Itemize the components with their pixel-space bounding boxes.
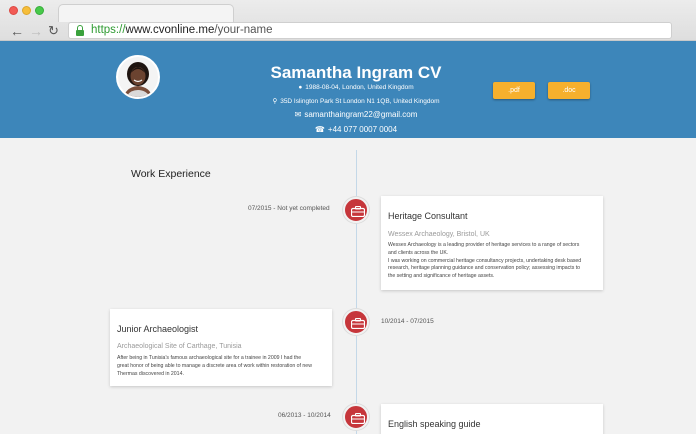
- download-pdf-button[interactable]: .pdf: [493, 82, 535, 99]
- timeline-line: [356, 150, 357, 434]
- experience-card: Junior Archaeologist Archaeological Site…: [110, 309, 332, 386]
- job-description: Wessex Archaeology is a leading provider…: [388, 242, 582, 280]
- job-title: Junior Archaeologist: [117, 324, 199, 334]
- phone-text: +44 077 0007 0004: [327, 125, 398, 134]
- back-arrow-icon[interactable]: ←: [10, 24, 24, 38]
- browser-chrome: ← → ↻ https://www.cvonline.me/your-name: [0, 0, 696, 41]
- phone-icon: ☎: [314, 125, 325, 134]
- url-path: /your-name: [214, 24, 273, 36]
- minimize-window-button[interactable]: [22, 6, 31, 15]
- cv-header: Samantha Ingram CV ● 1988-08-04, London, …: [0, 41, 696, 138]
- url-scheme: https://: [91, 24, 126, 36]
- close-window-button[interactable]: [9, 6, 18, 15]
- phone-info: ☎ +44 077 0007 0004: [200, 125, 512, 134]
- entry-date: 10/2014 - 07/2015: [381, 318, 434, 325]
- experience-card: Heritage Consultant Wessex Archaeology, …: [381, 196, 603, 290]
- browser-tab[interactable]: [58, 4, 234, 22]
- email-link[interactable]: samanthaingram22@gmail.com: [304, 110, 417, 119]
- timeline-marker: [343, 309, 369, 335]
- job-title: English speaking guide: [388, 419, 481, 429]
- briefcase-icon: [351, 318, 365, 329]
- address-bar[interactable]: https://www.cvonline.me/your-name: [68, 22, 672, 39]
- timeline-marker: [343, 404, 369, 430]
- address-text: 35D Islington Park St London N1 1QB, Uni…: [280, 98, 440, 105]
- forward-arrow-icon[interactable]: →: [29, 24, 43, 38]
- url-host: www.cvonline.me: [125, 24, 215, 36]
- briefcase-icon: [351, 413, 365, 424]
- avatar: [116, 55, 160, 99]
- birth-text: 1988-08-04, London, United Kingdom: [305, 84, 414, 91]
- company-name: Wessex Archaeology, Bristol, UK: [388, 231, 490, 238]
- company-name: Archaeological Site of Carthage, Tunisia: [117, 343, 242, 350]
- cv-content: Work Experience 07/2015 - Not yet comple…: [0, 138, 696, 434]
- job-description: After being in Tunisia's famous archaeol…: [117, 355, 312, 377]
- maximize-window-button[interactable]: [35, 6, 44, 15]
- reload-icon[interactable]: ↻: [48, 24, 59, 38]
- section-title: Work Experience: [131, 168, 211, 180]
- experience-card: English speaking guide: [381, 404, 603, 434]
- entry-date: 06/2013 - 10/2014: [278, 412, 331, 419]
- lock-icon: [76, 25, 84, 36]
- cv-name: Samantha Ingram CV: [270, 63, 442, 82]
- briefcase-icon: [351, 206, 365, 217]
- job-title: Heritage Consultant: [388, 211, 468, 221]
- birth-info: ● 1988-08-04, London, United Kingdom: [200, 84, 512, 91]
- timeline-marker: [343, 197, 369, 223]
- envelope-icon: ✉: [294, 110, 302, 119]
- download-doc-button[interactable]: .doc: [548, 82, 590, 99]
- globe-icon: ●: [298, 84, 303, 91]
- entry-date: 07/2015 - Not yet completed: [248, 205, 330, 212]
- email-info: ✉ samanthaingram22@gmail.com: [200, 110, 512, 119]
- map-marker-icon: ⚲: [272, 98, 278, 105]
- address-info: ⚲ 35D Islington Park St London N1 1QB, Un…: [200, 97, 512, 105]
